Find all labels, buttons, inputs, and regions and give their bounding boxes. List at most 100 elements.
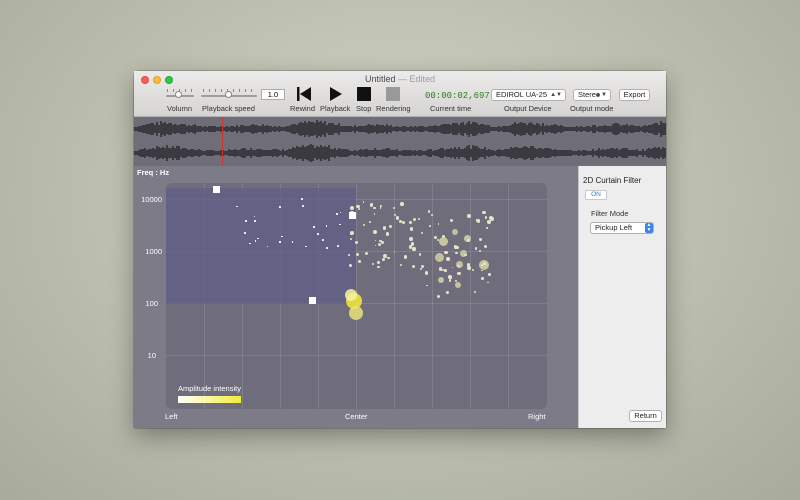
rewind-label: Rewind <box>290 104 316 113</box>
sound-source-dot <box>357 260 361 263</box>
sound-source-dot <box>403 254 408 259</box>
sound-source-dot <box>322 239 324 241</box>
playback-button[interactable] <box>329 87 343 101</box>
rendering-icon <box>386 87 400 101</box>
output-device-select[interactable]: EDIROL UA-25 ▲▼ <box>491 89 566 101</box>
sound-source-dot <box>474 290 477 293</box>
return-button[interactable]: Return <box>629 410 662 422</box>
output-mode-select[interactable]: Stereo ▲▼ <box>573 89 611 101</box>
sound-source-dot <box>482 210 487 215</box>
edited-status: — Edited <box>398 74 436 84</box>
stop-icon <box>357 87 371 101</box>
sound-source-dot <box>412 247 416 251</box>
sound-source-dot <box>382 226 387 231</box>
sound-source-dot <box>244 232 246 234</box>
playback-speed-thumb[interactable] <box>225 91 232 98</box>
waveform-sample <box>664 123 666 135</box>
grid-line <box>432 183 433 409</box>
grid-line <box>394 183 395 409</box>
sound-source-dot <box>379 207 382 209</box>
volume-slider-thumb[interactable] <box>175 91 182 98</box>
sound-source-dot <box>373 213 376 216</box>
sound-source-dot <box>482 261 486 266</box>
rendering-button[interactable] <box>386 87 400 101</box>
playback-speed-label: Playback speed <box>202 104 255 113</box>
waveform-overview[interactable] <box>134 117 666 166</box>
sound-source-dot <box>478 250 481 253</box>
sound-source-dot <box>400 202 405 206</box>
playback-speed-field[interactable]: 1.0 <box>261 89 285 100</box>
sound-source-dot <box>337 245 339 247</box>
sound-source-dot <box>369 220 372 223</box>
rendering-label: Rendering <box>376 104 411 113</box>
sound-source-dot <box>476 219 481 223</box>
sound-source-dot <box>484 216 488 219</box>
sound-source-dot <box>291 241 294 243</box>
sound-source-dot <box>419 253 422 256</box>
sound-source-dot <box>481 269 483 272</box>
sound-source-dot <box>317 233 319 235</box>
x-tick-right: Right <box>528 412 546 421</box>
sound-source-dot <box>479 237 482 241</box>
playback-label: Playback <box>320 104 351 113</box>
curtain-filter-region[interactable] <box>166 188 356 304</box>
filter-on-toggle[interactable]: ON <box>585 190 607 200</box>
sound-source-dot <box>467 213 471 218</box>
sound-source-dot <box>325 225 328 227</box>
sound-source-dot <box>437 222 440 225</box>
sound-source-dot <box>419 268 422 271</box>
curtain-handle-top-left[interactable] <box>213 186 220 193</box>
y-tick-label: 100 <box>145 299 158 308</box>
sound-source-dot <box>457 271 461 276</box>
sound-source-dot <box>471 268 475 272</box>
curtain-handle-bottom[interactable] <box>309 297 316 304</box>
sound-source-dot <box>365 251 369 255</box>
sound-source-dot <box>377 265 380 269</box>
document-name: Untitled <box>364 74 396 84</box>
sound-source-dot <box>254 220 256 222</box>
sound-source-dot <box>373 206 376 210</box>
current-time-label: Current time <box>430 104 472 113</box>
curtain-handle-top-right[interactable] <box>349 212 356 219</box>
chevron-updown-icon: ▲▼ <box>645 222 653 233</box>
amplitude-legend-gradient <box>178 396 241 403</box>
stop-button[interactable] <box>357 87 371 101</box>
y-tick-label: 10 <box>147 351 156 360</box>
export-button[interactable]: Export <box>619 89 650 101</box>
sound-source-dot <box>302 205 304 207</box>
stop-label: Stop <box>356 104 372 113</box>
sound-source-dot <box>354 240 358 244</box>
sound-source-dot <box>374 244 377 247</box>
sound-source-dot <box>358 208 361 211</box>
sound-source-dot <box>480 277 484 281</box>
spatial-frequency-plot[interactable] <box>166 183 547 409</box>
amplitude-legend-label: Amplitude intensity <box>178 384 241 393</box>
chevron-updown-icon: ▲▼ <box>550 92 562 98</box>
sound-source-dot <box>427 210 431 213</box>
sound-source-dot <box>434 252 444 262</box>
y-tick-label: 1000 <box>145 247 162 256</box>
sound-source-dot <box>452 229 458 235</box>
sound-source-dot <box>409 237 413 241</box>
window-title: Untitled — Edited <box>134 74 666 84</box>
current-time-display: 00:00:02,697 <box>425 91 490 101</box>
sound-source-dot <box>449 276 452 280</box>
sound-source-dot <box>389 224 393 228</box>
sound-source-dot <box>336 213 338 215</box>
output-device-label: Output Device <box>504 104 552 113</box>
sound-source-dot <box>455 252 458 255</box>
volume-ticks <box>167 89 193 92</box>
sound-source-dot <box>362 224 365 227</box>
sound-source-dot <box>444 250 448 254</box>
sound-source-dot <box>349 306 363 320</box>
rewind-button[interactable] <box>296 87 312 101</box>
sound-source-dot <box>412 217 416 222</box>
sound-source-dot <box>409 221 413 225</box>
sound-source-dot <box>279 241 281 243</box>
sound-source-dot <box>411 264 415 269</box>
playhead-marker[interactable] <box>222 117 223 166</box>
filter-mode-label: Filter Mode <box>591 209 629 218</box>
sound-source-dot <box>466 263 471 267</box>
x-tick-center: Center <box>345 412 368 421</box>
sound-source-dot <box>377 261 381 265</box>
